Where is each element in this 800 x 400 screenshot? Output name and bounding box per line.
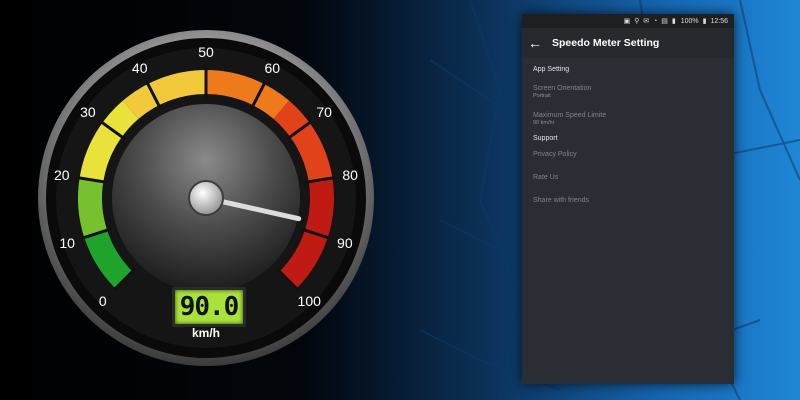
- tick-label: 80: [342, 167, 358, 184]
- status-icons: ▣ ⚲ ✉ ◔ ▤ ▮: [623, 18, 677, 25]
- tick-label: 60: [264, 59, 281, 76]
- page-title: Speedo Meter Setting: [552, 37, 660, 49]
- digital-speed-display: 90.0: [172, 287, 246, 327]
- setting-label: Maximum Speed Limite: [533, 112, 607, 119]
- back-arrow-icon[interactable]: ←: [528, 35, 542, 51]
- setting-value: 90 km/hr: [533, 120, 555, 126]
- menu-item-privacy-policy[interactable]: Privacy Policy: [522, 151, 734, 158]
- tick-label: 10: [59, 235, 75, 252]
- section-header-app-setting: App Setting: [533, 66, 570, 73]
- speed-unit-label: km/h: [191, 326, 221, 340]
- setting-label: Screen Orientation: [533, 85, 592, 92]
- tick-label: 100: [297, 293, 321, 310]
- setting-screen-orientation[interactable]: Screen Orientation Portrait: [522, 85, 734, 99]
- tick-label: 30: [80, 104, 96, 121]
- setting-max-speed-limit[interactable]: Maximum Speed Limite 90 km/hr: [522, 112, 734, 126]
- tick-label: 70: [316, 104, 332, 121]
- tick-label: 50: [198, 44, 214, 60]
- app-bar: ← Speedo Meter Setting: [522, 28, 734, 58]
- section-header-support: Support: [533, 135, 558, 142]
- menu-item-share[interactable]: Share with friends: [522, 197, 734, 204]
- tick-label: 20: [54, 167, 70, 184]
- speedometer-gauge: 0 10 20 30 40 50 60 70 80 90 100 90.0 km/h: [0, 0, 420, 400]
- tick-label: 90: [337, 235, 353, 252]
- tick-label: 0: [98, 293, 107, 310]
- tick-label: 40: [131, 59, 148, 76]
- clock: 12:56: [710, 17, 728, 25]
- needle-cap: [188, 180, 224, 216]
- battery-icon: ▮: [702, 18, 707, 25]
- battery-level: 100%: [680, 17, 699, 25]
- settings-screen: ▣ ⚲ ✉ ◔ ▤ ▮ 100% ▮ 12:56 ← Speedo Meter …: [522, 14, 734, 384]
- status-bar: ▣ ⚲ ✉ ◔ ▤ ▮ 100% ▮ 12:56: [522, 14, 734, 28]
- setting-value: Portrait: [533, 93, 551, 99]
- menu-item-rate-us[interactable]: Rate Us: [522, 174, 734, 181]
